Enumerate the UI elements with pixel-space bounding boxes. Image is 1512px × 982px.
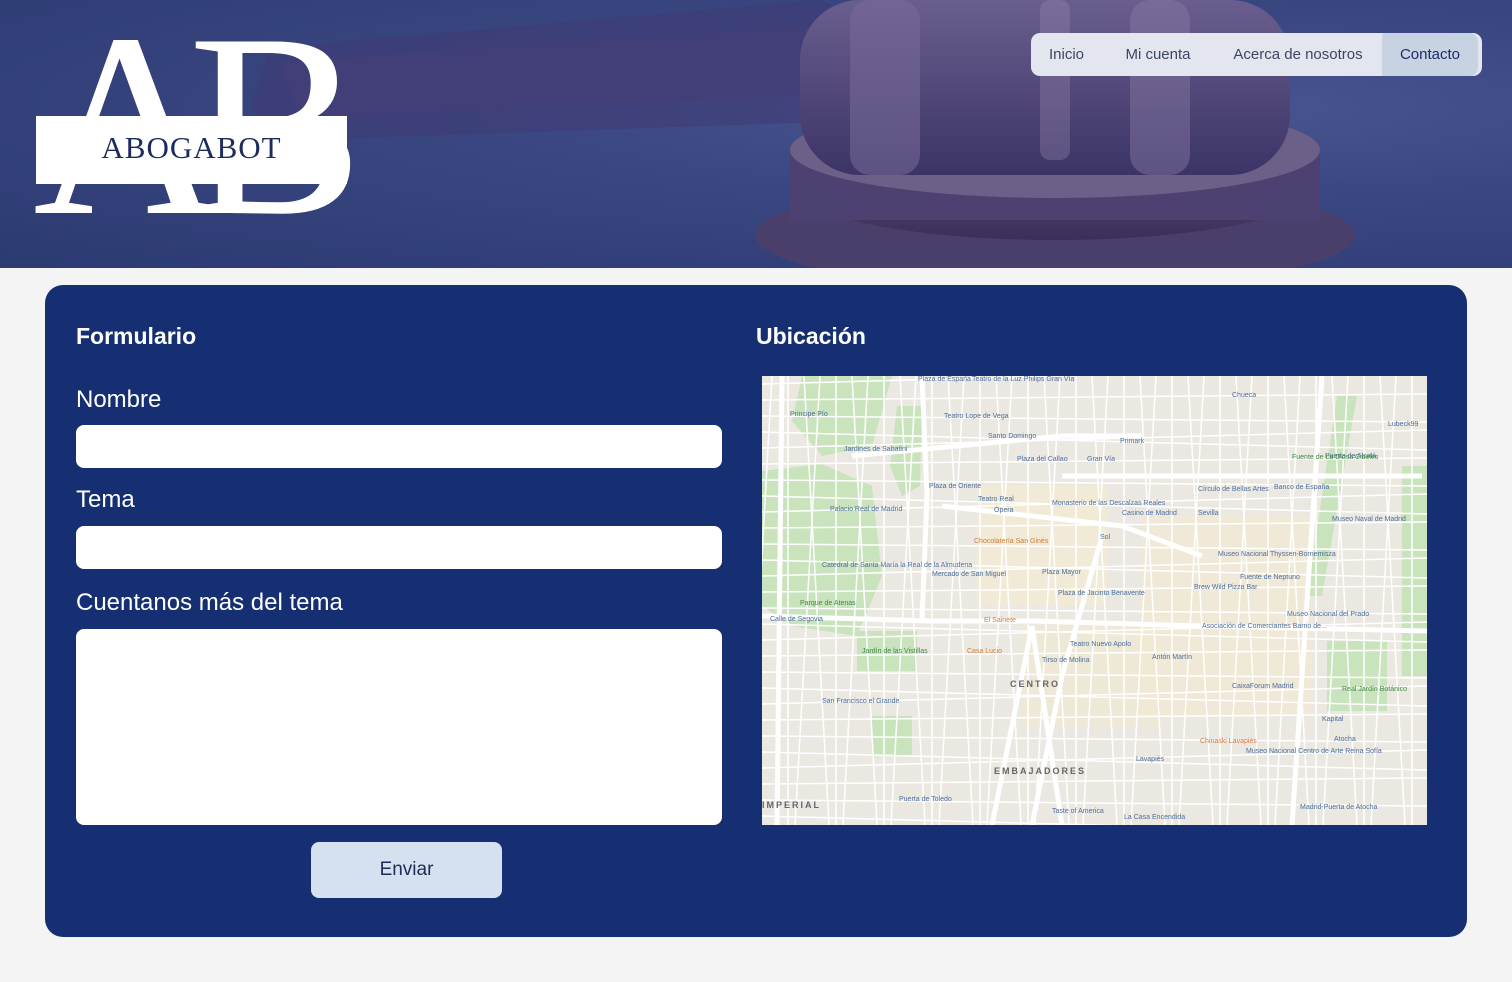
map-place-label: Museo Nacional Centro de Arte Reina Sofí… (1246, 748, 1382, 755)
map-place-label: Teatro de la Luz Philips Gran Vía (972, 376, 1075, 383)
map-place-label: Tirso de Molina (1042, 657, 1090, 664)
map-place-label: IMPERIAL (762, 800, 822, 810)
map-place-label: Casa Lucio (967, 648, 1003, 655)
map-place-label: Fuente de Neptuno (1240, 574, 1300, 581)
logo-name-plate: ABOGABOT (36, 116, 347, 184)
form-title: Formulario (76, 323, 197, 349)
nav-item-acerca-de-nosotros[interactable]: Acerca de nosotros (1214, 33, 1382, 76)
map-place-label: Gran Vía (1087, 456, 1116, 463)
map-place-label: Ópera (994, 507, 1014, 514)
map-place-label: Asociación de Comerciantes Barrio de... (1202, 623, 1327, 630)
contact-card: Formulario Nombre Tema Cuentanos más del… (45, 285, 1467, 937)
map-place-label: Palacio Real de Madrid (830, 506, 903, 513)
map-place-label: Banco de España (1274, 484, 1330, 491)
map-place-label: Jardín de las Vistillas (862, 648, 928, 655)
map-place-label: Mercado de San Miguel (932, 571, 1006, 578)
map-place-label: El Sainete (984, 617, 1016, 624)
details-label: Cuentanos más del tema (76, 589, 343, 616)
map-place-label: Teatro Lope de Vega (944, 413, 1009, 420)
abogabot-logo[interactable]: AB ABOGABOT (33, 0, 363, 256)
nav-item-mi-cuenta[interactable]: Mi cuenta (1102, 33, 1214, 76)
map-place-label: Sevilla (1198, 510, 1219, 517)
map-place-label: Jardines de Sabatini (844, 446, 908, 453)
topic-input[interactable] (76, 526, 722, 569)
location-title: Ubicación (756, 323, 866, 349)
map-place-label: Santo Domingo (988, 433, 1037, 440)
map-place-label: Taste of America (1052, 808, 1104, 815)
logo-brand-name: ABOGABOT (101, 130, 282, 165)
map-place-label: CENTRO (1010, 679, 1060, 689)
map-place-label: Plaza de Oriente (929, 483, 982, 490)
map-place-label: San Francisco el Grande (822, 698, 900, 705)
map-place-label: Monasterio de las Descalzas Reales (1052, 500, 1166, 507)
map-place-label: Puerta de Toledo (899, 796, 952, 803)
location-map[interactable]: Plaza de España Teatro de la Luz Philips … (762, 376, 1427, 825)
map-place-label: Chinaski Lavapiés (1200, 738, 1257, 745)
map-place-label: Real Jardín Botánico (1342, 686, 1407, 693)
map-place-label: Kapital (1322, 716, 1344, 723)
map-place-label: Museo Naval de Madrid (1332, 516, 1406, 523)
map-place-label: Lavapiés (1136, 756, 1165, 763)
nav-item-inicio[interactable]: Inicio (1031, 33, 1102, 76)
map-place-label: EMBAJADORES (994, 766, 1087, 776)
name-label: Nombre (76, 386, 162, 413)
map-place-label: Sol (1100, 534, 1111, 541)
map-place-label: Madrid-Puerta de Atocha (1300, 804, 1378, 811)
map-streets (762, 376, 1427, 825)
map-place-label: Museo Nacional del Prado (1287, 611, 1370, 618)
name-input[interactable] (76, 425, 722, 468)
nav-item-contacto[interactable]: Contacto (1382, 33, 1478, 76)
topic-label: Tema (76, 486, 135, 513)
map-place-label: Parque de Atenas (800, 600, 856, 607)
top-navigation: Inicio Mi cuenta Acerca de nosotros Cont… (1031, 33, 1482, 76)
map-place-label: Teatro Nuevo Apolo (1070, 641, 1132, 648)
map-place-label: Museo Nacional Thyssen-Bornemisza (1218, 551, 1336, 558)
map-place-label: Lubeck99 (1388, 421, 1419, 428)
map-place-label: Brew Wild Pizza Bar (1194, 584, 1258, 591)
send-button[interactable]: Enviar (311, 842, 502, 898)
map-place-label: Círculo de Bellas Artes (1198, 486, 1269, 493)
map-place-label: Plaza del Callao (1017, 456, 1068, 463)
map-place-label: Catedral de Santa María la Real de la Al… (822, 562, 973, 569)
map-place-label: Principe Pío (790, 411, 828, 418)
map-place-label: CaixaForum Madrid (1232, 683, 1294, 690)
map-place-label: Calle de Segovia (770, 616, 823, 623)
details-textarea[interactable] (76, 629, 722, 825)
map-place-label: Casino de Madrid (1122, 510, 1177, 517)
map-place-label: Atocha (1334, 736, 1356, 743)
map-place-label: Chueca (1232, 392, 1257, 399)
hero-banner: AB ABOGABOT Inicio Mi cuenta Acerca de n… (0, 0, 1512, 268)
map-place-label: Fuente de La Diosa Cibeles (1292, 454, 1379, 461)
map-place-label: Primark (1120, 438, 1145, 445)
map-place-label: Antón Martín (1152, 654, 1193, 661)
map-place-label: Plaza de España (918, 376, 971, 383)
map-place-label: Teatro Real (978, 496, 1014, 503)
map-place-label: Chocolatería San Ginés (974, 538, 1049, 545)
map-place-label: Plaza Mayor (1042, 569, 1081, 576)
map-place-label: La Casa Encendida (1124, 814, 1186, 821)
map-place-label: Plaza de Jacinto Benavente (1058, 590, 1145, 597)
